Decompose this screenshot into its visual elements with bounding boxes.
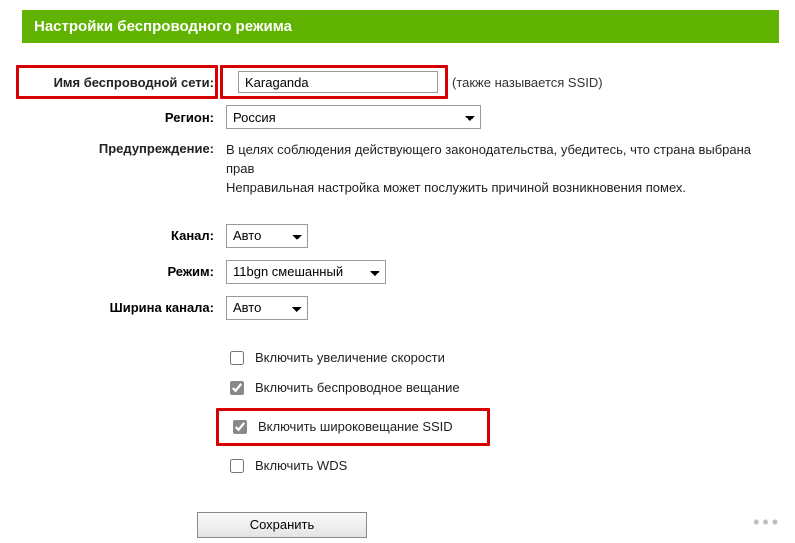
channel-width-label: Ширина канала: (22, 300, 226, 315)
broadcast-checkbox[interactable] (230, 381, 244, 395)
ssid-broadcast-text: Включить широковещание SSID (258, 419, 453, 434)
highlight-box-ssid-broadcast: Включить широковещание SSID (216, 408, 490, 446)
channel-width-row: Ширина канала: Авто (22, 296, 779, 320)
ssid-row: Имя беспроводной сети: (также называется… (22, 71, 779, 93)
mode-label: Режим: (22, 264, 226, 279)
warning-row: Предупреждение: В целях соблюдения дейст… (22, 141, 779, 198)
wds-label[interactable]: Включить WDS (226, 456, 347, 476)
region-row: Регион: Россия (22, 105, 779, 129)
channel-row: Канал: Авто (22, 224, 779, 248)
ssid-broadcast-row: Включить широковещание SSID (22, 408, 779, 446)
speed-boost-text: Включить увеличение скорости (255, 350, 445, 365)
ssid-hint: (также называется SSID) (452, 75, 603, 90)
page-title: Настройки беспроводного режима (22, 10, 779, 43)
button-row: Сохранить (22, 512, 779, 538)
channel-label: Канал: (22, 228, 226, 243)
wds-checkbox[interactable] (230, 459, 244, 473)
warning-label: Предупреждение: (22, 141, 226, 198)
ssid-broadcast-checkbox[interactable] (233, 420, 247, 434)
ssid-input[interactable] (238, 71, 438, 93)
speed-boost-row: Включить увеличение скорости (22, 348, 779, 368)
resize-grip-icon: ••• (753, 512, 781, 533)
wds-text: Включить WDS (255, 458, 347, 473)
broadcast-text: Включить беспроводное вещание (255, 380, 460, 395)
speed-boost-checkbox[interactable] (230, 351, 244, 365)
mode-row: Режим: 11bgn смешанный (22, 260, 779, 284)
warning-text: В целях соблюдения действующего законода… (226, 141, 779, 198)
broadcast-row: Включить беспроводное вещание (22, 378, 779, 398)
region-select[interactable]: Россия (226, 105, 481, 129)
wds-row: Включить WDS (22, 456, 779, 476)
speed-boost-label[interactable]: Включить увеличение скорости (226, 348, 445, 368)
channel-select[interactable]: Авто (226, 224, 308, 248)
ssid-label: Имя беспроводной сети: (22, 75, 226, 90)
mode-select[interactable]: 11bgn смешанный (226, 260, 386, 284)
channel-width-select[interactable]: Авто (226, 296, 308, 320)
broadcast-label[interactable]: Включить беспроводное вещание (226, 378, 460, 398)
region-label: Регион: (22, 110, 226, 125)
save-button[interactable]: Сохранить (197, 512, 367, 538)
